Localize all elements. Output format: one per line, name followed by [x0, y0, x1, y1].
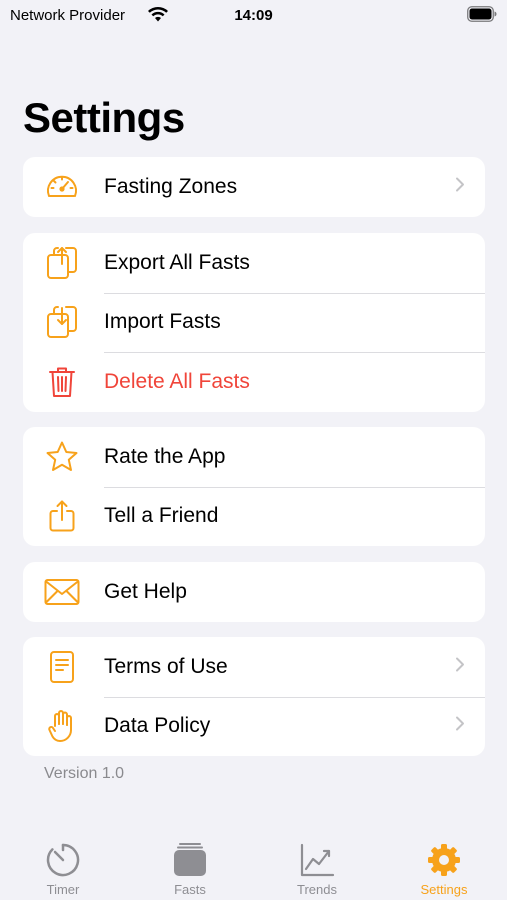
row-import-fasts[interactable]: Import Fasts	[23, 292, 485, 353]
tab-label: Settings	[420, 882, 468, 897]
chart-icon	[254, 842, 380, 878]
row-fasting-zones[interactable]: Fasting Zones	[23, 157, 485, 217]
export-icon	[44, 245, 80, 281]
chevron-right-icon	[455, 656, 465, 677]
row-label: Get Help	[104, 579, 187, 603]
row-export-all-fasts[interactable]: Export All Fasts	[23, 233, 485, 293]
row-delete-all-fasts[interactable]: Delete All Fasts	[23, 352, 485, 412]
gear-icon	[381, 842, 507, 878]
row-label: Fasting Zones	[104, 174, 238, 198]
row-label: Terms of Use	[104, 654, 228, 678]
trash-icon	[44, 364, 80, 400]
stack-icon	[127, 842, 253, 878]
tab-timer[interactable]: Timer	[0, 830, 126, 900]
share-icon	[44, 498, 80, 534]
battery-icon	[467, 6, 497, 26]
row-label: Tell a Friend	[104, 504, 219, 528]
status-bar: Network Provider 14:09	[0, 0, 507, 32]
document-icon	[44, 649, 80, 685]
tab-label: Trends	[297, 882, 337, 897]
row-label: Import Fasts	[104, 310, 221, 334]
envelope-icon	[44, 574, 80, 610]
row-tell-a-friend[interactable]: Tell a Friend	[23, 486, 485, 547]
tab-label: Timer	[46, 882, 80, 897]
version-label: Version 1.0	[44, 765, 125, 782]
row-label: Export All Fasts	[104, 250, 250, 274]
star-icon	[44, 439, 80, 475]
tab-trends[interactable]: Trends	[254, 830, 380, 900]
row-label: Data Policy	[104, 714, 211, 738]
tab-fasts[interactable]: Fasts	[127, 830, 253, 900]
row-label: Delete All Fasts	[104, 369, 250, 393]
speedometer-icon	[44, 169, 80, 205]
clock-time: 14:09	[234, 7, 273, 24]
import-icon	[44, 304, 80, 340]
row-terms-of-use[interactable]: Terms of Use	[23, 637, 485, 697]
settings-group-data: Export All Fasts Import Fasts Delete All…	[23, 233, 485, 412]
settings-group-help: Get Help	[23, 562, 485, 622]
timer-icon	[0, 842, 126, 878]
tab-label: Fasts	[174, 882, 206, 897]
tab-settings[interactable]: Settings	[381, 830, 507, 900]
settings-group-legal: Terms of Use Data Policy	[23, 637, 485, 756]
tab-bar: Timer Fasts Trends Settings	[0, 830, 507, 900]
chevron-right-icon	[455, 176, 465, 197]
chevron-right-icon	[455, 716, 465, 737]
row-rate-the-app[interactable]: Rate the App	[23, 427, 485, 487]
row-data-policy[interactable]: Data Policy	[23, 696, 485, 757]
settings-group-share: Rate the App Tell a Friend	[23, 427, 485, 546]
page-title: Settings	[23, 94, 185, 141]
hand-icon	[44, 708, 80, 744]
row-label: Rate the App	[104, 444, 226, 468]
row-get-help[interactable]: Get Help	[23, 562, 485, 622]
settings-group-zones: Fasting Zones	[23, 157, 485, 217]
